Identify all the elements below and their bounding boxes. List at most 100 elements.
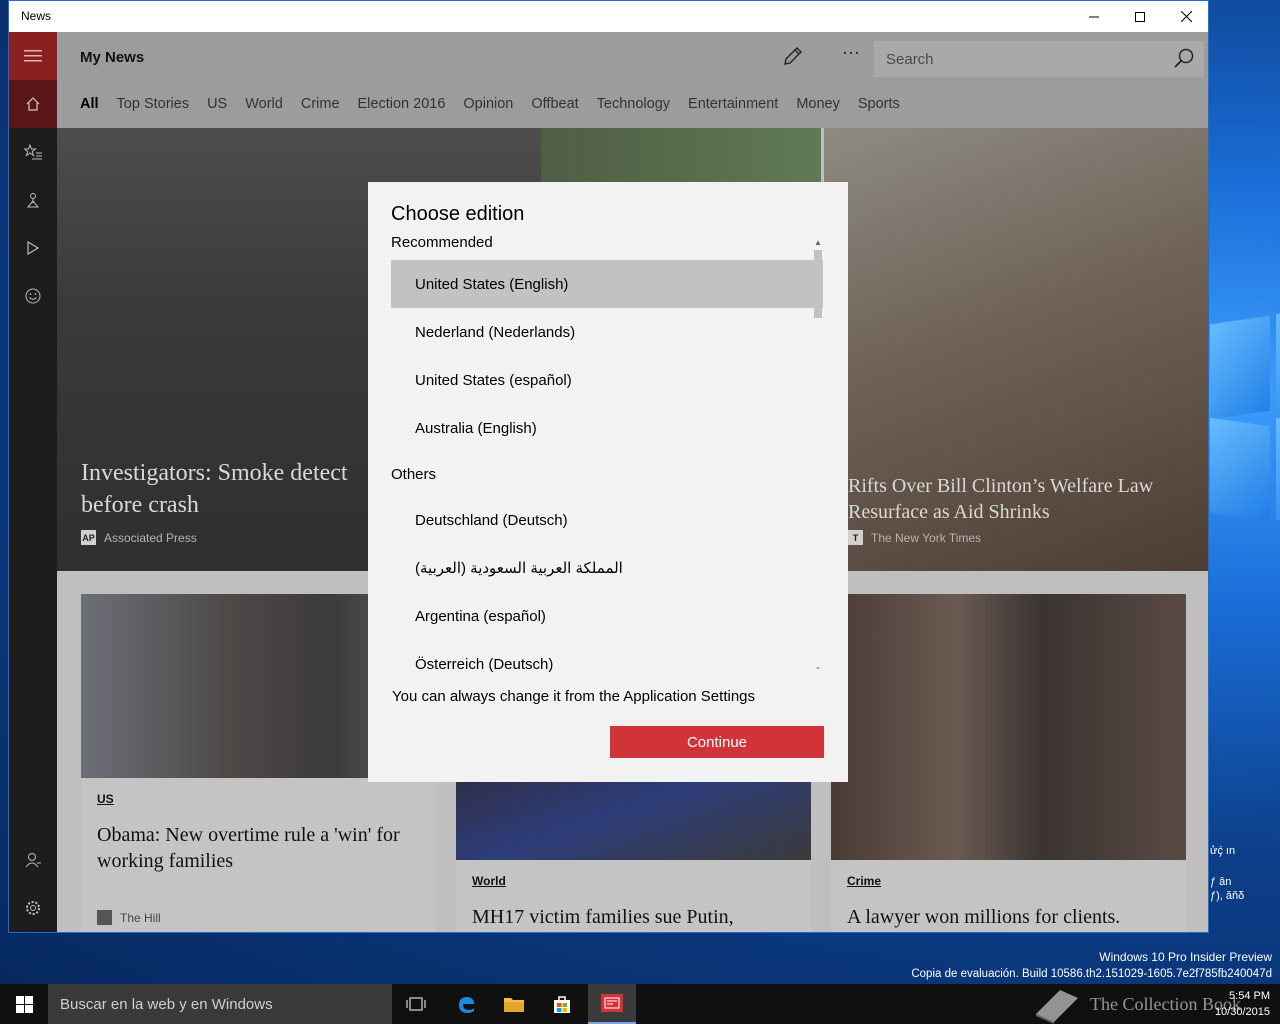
file-explorer-button[interactable] (490, 984, 538, 1024)
edit-button[interactable] (779, 45, 807, 73)
close-icon (1180, 11, 1192, 22)
scrollbar-thumb[interactable] (814, 250, 822, 318)
nav-settings-button[interactable] (9, 884, 57, 932)
edition-option[interactable]: United States (español) (391, 356, 823, 404)
book-icon (1036, 990, 1078, 1024)
nav-interests-button[interactable] (9, 128, 57, 176)
edition-list-scrollbar[interactable]: ▲ ⌄ (812, 238, 824, 672)
hamburger-menu-button[interactable] (9, 32, 57, 80)
window-title: News (21, 9, 52, 23)
tab-all[interactable]: All (80, 96, 99, 112)
system-clock[interactable]: 5:54 PM 10/30/2015 (1215, 988, 1270, 1020)
dialog-title: Choose edition (391, 203, 525, 225)
folder-icon (504, 998, 524, 1012)
source-logo (97, 910, 112, 925)
page-title: My News (80, 49, 145, 66)
edition-watermark-line2: Copia de evaluación. Build 10586.th2.151… (911, 968, 1272, 980)
tab-offbeat[interactable]: Offbeat (531, 96, 578, 112)
hero-story-title: Investigators: Smoke detect before crash (81, 460, 348, 518)
nav-account-button[interactable] (9, 836, 57, 884)
store-icon (554, 996, 570, 1013)
hero-story-source: AP Associated Press (81, 530, 197, 545)
gear-icon (26, 901, 40, 915)
story-category[interactable]: US (97, 792, 114, 806)
taskbar-search-input[interactable] (48, 984, 392, 1024)
home-icon (26, 97, 40, 111)
person-icon (25, 853, 41, 868)
desktop-side-text: ửḉ ın (1210, 845, 1236, 857)
hero-story-source: T The New York Times (848, 530, 981, 545)
windows-logo-wallpaper (1210, 300, 1280, 540)
location-icon (26, 193, 40, 208)
minimize-icon (1089, 16, 1099, 17)
tab-opinion[interactable]: Opinion (463, 96, 513, 112)
hero-story-title: Rifts Over Bill Clinton’s Welfare Law Re… (848, 475, 1154, 523)
tab-crime[interactable]: Crime (301, 96, 340, 112)
story-source: The Hill (97, 910, 161, 925)
smiley-icon (25, 288, 41, 304)
edition-option[interactable]: Österreich (Deutsch) (391, 640, 823, 688)
edition-option[interactable]: United States (English) (391, 260, 823, 308)
search-icon[interactable] (1172, 47, 1196, 71)
story-title: MH17 victim families sue Putin, (472, 906, 734, 928)
maximize-button[interactable] (1117, 1, 1163, 32)
hamburger-icon (24, 50, 42, 62)
search-input[interactable] (874, 41, 1164, 77)
scroll-up-arrow-icon[interactable]: ▲ (812, 238, 824, 248)
tab-top-stories[interactable]: Top Stories (117, 96, 190, 112)
edition-option[interactable]: Nederland (Nederlands) (391, 308, 823, 356)
nav-video-button[interactable] (9, 224, 57, 272)
edition-option[interactable]: المملكة العربية السعودية (العربية) (391, 544, 823, 592)
taskbar-search-box (48, 984, 392, 1024)
settings-hint: You can always change it from the Applic… (392, 688, 756, 705)
star-list-icon (24, 144, 42, 160)
clock-time: 5:54 PM (1229, 990, 1270, 1002)
news-app-taskbar-button[interactable] (588, 984, 636, 1024)
close-button[interactable] (1163, 1, 1208, 32)
more-options-button[interactable]: ··· (837, 42, 865, 70)
category-tabs: All Top Stories US World Crime Election 2016 O… (80, 96, 918, 112)
play-icon (27, 240, 40, 256)
edition-option[interactable]: Australia (English) (391, 404, 823, 452)
story-category[interactable]: World (472, 874, 506, 888)
source-logo: T (848, 530, 863, 545)
desktop-side-text: ƒ ân (1210, 876, 1232, 888)
tab-entertainment[interactable]: Entertainment (688, 96, 778, 112)
app-header: My News ··· All Top Stories US World Crime El… (57, 32, 1208, 128)
maximize-icon (1135, 11, 1145, 22)
tab-sports[interactable]: Sports (858, 96, 900, 112)
story-card[interactable]: Crime A lawyer won millions for clients. (831, 594, 1186, 932)
tab-election-2016[interactable]: Election 2016 (358, 96, 446, 112)
news-icon (601, 994, 623, 1012)
edition-option[interactable]: Argentina (español) (391, 592, 823, 640)
start-button[interactable] (0, 984, 48, 1024)
desktop-side-text: ƒ), ăñδ (1210, 890, 1245, 902)
story-image (831, 594, 1186, 860)
scroll-down-arrow-icon[interactable]: ⌄ (812, 662, 824, 672)
pencil-icon (784, 47, 802, 65)
tab-world[interactable]: World (245, 96, 283, 112)
nav-local-button[interactable] (9, 176, 57, 224)
choose-edition-dialog: Choose edition Recommended United States… (368, 182, 848, 782)
title-bar: News (9, 1, 1208, 32)
nav-feedback-button[interactable] (9, 272, 57, 320)
windows-start-icon (15, 995, 33, 1013)
clock-date: 10/30/2015 (1214, 1006, 1270, 1018)
task-view-button[interactable] (392, 984, 440, 1024)
taskbar: The Collection Book 5:54 PM 10/30/2015 (0, 984, 1280, 1024)
hero-story-card[interactable]: Rifts Over Bill Clinton’s Welfare Law Re… (824, 128, 1208, 571)
store-button[interactable] (538, 984, 586, 1024)
edge-browser-button[interactable] (442, 984, 490, 1024)
search-box (874, 41, 1204, 77)
tab-us[interactable]: US (207, 96, 227, 112)
minimize-button[interactable] (1071, 1, 1117, 32)
edition-option[interactable]: Deutschland (Deutsch) (391, 496, 823, 544)
continue-button[interactable]: Continue (610, 726, 824, 758)
nav-home-button[interactable] (9, 80, 57, 128)
story-title: A lawyer won millions for clients. (847, 906, 1121, 928)
recommended-heading: Recommended (391, 234, 493, 251)
task-view-icon (406, 997, 426, 1011)
tab-money[interactable]: Money (796, 96, 840, 112)
tab-technology[interactable]: Technology (597, 96, 670, 112)
story-category[interactable]: Crime (847, 874, 881, 888)
